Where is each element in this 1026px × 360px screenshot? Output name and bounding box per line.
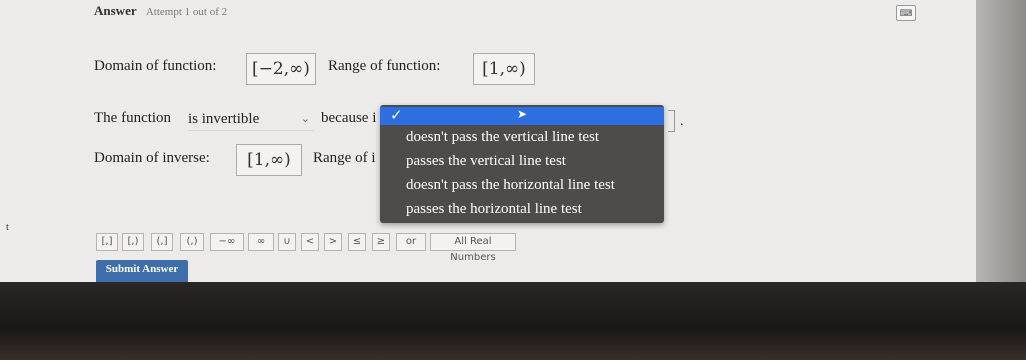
infinity-button[interactable]: ∞	[248, 233, 274, 251]
invertible-select[interactable]: is invertible ⌄	[188, 108, 314, 131]
header: Answer Attempt 1 out of 2	[94, 3, 227, 19]
function-prefix: The function	[94, 110, 172, 126]
answer-title: Answer	[94, 3, 137, 18]
half-open-right-button[interactable]: [,)	[122, 233, 144, 251]
closed-interval-button[interactable]: [,]	[96, 233, 118, 251]
negative-infinity-button[interactable]: −∞	[210, 233, 244, 251]
all-real-numbers-button[interactable]: All Real Numbers	[430, 233, 516, 263]
dropdown-option[interactable]: doesn't pass the horizontal line test	[406, 177, 615, 194]
attempt-counter: Attempt 1 out of 2	[145, 6, 228, 18]
less-than-button[interactable]: <	[301, 233, 319, 251]
range-label: Range of function:	[328, 58, 441, 74]
less-equal-button[interactable]: ≤	[348, 233, 366, 251]
dropdown-option[interactable]: passes the vertical line test	[406, 153, 566, 170]
inverse-range-label: Range of i	[313, 150, 376, 166]
chevron-down-icon: ⌄	[300, 113, 310, 125]
inverse-domain-box[interactable]: [1,∞)	[236, 144, 302, 176]
domain-answer-box[interactable]: [−2,∞)	[246, 53, 316, 85]
greater-than-button[interactable]: >	[324, 233, 342, 251]
inverse-domain-label: Domain of inverse:	[94, 150, 210, 166]
mouse-cursor-icon: ➤	[517, 107, 528, 121]
domain-label: Domain of function:	[94, 58, 217, 74]
monitor-bezel-bottom	[0, 282, 1026, 360]
screen: Answer Attempt 1 out of 2 ⌨ Domain of fu…	[0, 0, 976, 282]
range-answer-box[interactable]: [1,∞)	[473, 53, 535, 85]
union-button[interactable]: ∪	[278, 233, 296, 251]
dropdown-selected-row[interactable]: ✓ ➤	[380, 107, 664, 125]
or-button[interactable]: or	[396, 233, 426, 251]
greater-equal-button[interactable]: ≥	[372, 233, 390, 251]
half-open-left-button[interactable]: (,]	[151, 233, 173, 251]
dropdown-option[interactable]: passes the horizontal line test	[406, 201, 582, 218]
range-answer-bracket[interactable]	[668, 110, 675, 132]
checkmark-icon: ✓	[390, 108, 403, 124]
monitor-bezel-right	[976, 0, 1026, 282]
because-label: because i	[321, 110, 377, 126]
submit-answer-button[interactable]: Submit Answer	[96, 260, 188, 282]
dropdown-option[interactable]: doesn't pass the vertical line test	[406, 129, 599, 146]
period: .	[680, 114, 684, 129]
open-interval-button[interactable]: (,)	[180, 233, 204, 251]
invertible-selected-value: is invertible	[188, 111, 260, 127]
reason-dropdown[interactable]: ✓ ➤ doesn't pass the vertical line test …	[380, 105, 664, 223]
margin-mark: t	[6, 222, 9, 233]
keyboard-icon[interactable]: ⌨	[896, 5, 916, 21]
